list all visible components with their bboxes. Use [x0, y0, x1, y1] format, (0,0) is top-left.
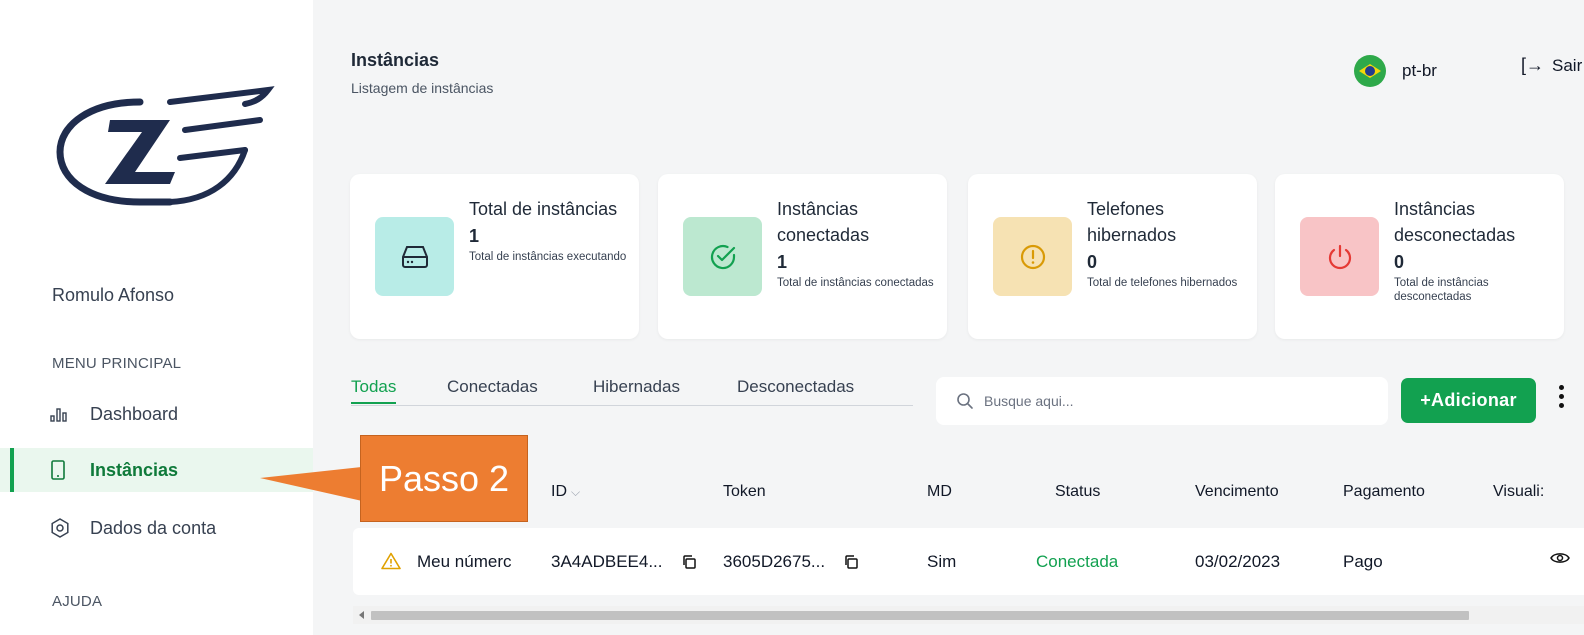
tab-conectadas[interactable]: Conectadas [447, 377, 538, 397]
tab-desconectadas[interactable]: Desconectadas [737, 377, 854, 397]
brazil-flag-icon [1354, 55, 1386, 87]
column-header-md: MD [927, 483, 952, 500]
instance-name: Meu númerc [417, 552, 512, 571]
server-icon [375, 217, 454, 296]
column-header-token: Token [723, 483, 766, 500]
card-description: Total de instâncias desconectadas [1394, 277, 1489, 303]
help-section-label: AJUDA [52, 593, 103, 610]
page-title: Instâncias [351, 50, 440, 70]
filter-tabs: Todas Conectadas Hibernadas Desconectada… [351, 375, 913, 406]
instance-id: 3A4ADBEE4... [551, 552, 697, 572]
language-label: pt-br [1402, 61, 1437, 80]
column-header-vencimento: Vencimento [1195, 483, 1279, 500]
step-callout: Passo 2 [360, 435, 528, 522]
card-value: 0 [1087, 252, 1098, 272]
sidebar-item-label: Dashboard [90, 403, 179, 424]
search-placeholder: Busque aqui... [984, 393, 1074, 409]
warning-icon [381, 552, 401, 570]
card-total-instancias: Total de instâncias 1 Total de instância… [350, 174, 639, 339]
logout-button[interactable]: [→ Sair [1521, 55, 1582, 76]
table-row[interactable]: Meu númerc 3A4ADBEE4... 3605D2675... Sim… [353, 528, 1584, 595]
menu-section-label: MENU PRINCIPAL [52, 355, 182, 372]
copy-token-icon[interactable] [843, 554, 859, 570]
card-instancias-desconectadas: Instâncias desconectadas 0 Total de inst… [1275, 174, 1564, 339]
copy-id-icon[interactable] [681, 554, 697, 570]
card-title: Total de instâncias [469, 199, 618, 219]
card-description: Total de instâncias executando [469, 251, 627, 263]
column-header-id[interactable]: ID ⌵ [551, 483, 580, 501]
sidebar-item-dashboard[interactable]: Dashboard [0, 392, 313, 436]
instance-status: Conectada [1036, 552, 1119, 571]
power-icon [1300, 217, 1379, 296]
search-icon [957, 393, 973, 409]
language-selector[interactable]: pt-br [1354, 55, 1437, 87]
bar-chart-icon [50, 406, 76, 422]
alert-circle-icon [993, 217, 1072, 296]
tab-todas[interactable]: Todas [351, 377, 397, 404]
scrollbar-thumb[interactable] [371, 611, 1469, 620]
check-circle-icon [683, 217, 762, 296]
card-title: Instâncias desconectadas [1394, 199, 1516, 245]
user-name: Romulo Afonso [52, 285, 175, 305]
sidebar-item-instancias[interactable]: Instâncias [0, 448, 313, 492]
logout-icon: [→ [1521, 55, 1545, 75]
card-value: 1 [469, 226, 480, 246]
card-title: Telefones hibernados [1087, 199, 1177, 245]
column-header-visualizar: Visuali: [1493, 483, 1545, 500]
sidebar: Romulo Afonso MENU PRINCIPAL Dashboard I… [0, 0, 313, 635]
column-header-pagamento: Pagamento [1343, 483, 1425, 500]
main-content: Instâncias Listagem de instâncias pt-br … [313, 0, 1584, 635]
more-options-icon[interactable] [1559, 385, 1565, 412]
sort-chevron-icon: ⌵ [571, 485, 581, 499]
horizontal-scrollbar[interactable] [353, 606, 1584, 624]
sidebar-item-dados-da-conta[interactable]: Dados da conta [0, 506, 313, 550]
card-value: 1 [777, 252, 788, 272]
card-description: Total de instâncias conectadas [777, 277, 934, 289]
eye-icon[interactable] [1550, 550, 1570, 566]
card-value: 0 [1394, 252, 1405, 272]
logout-label: Sair [1552, 55, 1583, 75]
tab-hibernadas[interactable]: Hibernadas [593, 377, 680, 397]
sidebar-item-label: Instâncias [90, 459, 179, 480]
instance-due-date: 03/02/2023 [1195, 552, 1281, 571]
gear-icon [50, 518, 76, 538]
instance-md: Sim [927, 552, 957, 571]
page-subtitle: Listagem de instâncias [351, 80, 494, 96]
card-instancias-conectadas: Instâncias conectadas 1 Total de instânc… [658, 174, 947, 339]
phone-icon [50, 460, 76, 480]
add-instance-button[interactable]: +Adicionar [1401, 378, 1536, 423]
instance-token: 3605D2675... [723, 552, 859, 572]
card-description: Total de telefones hibernados [1087, 277, 1238, 289]
search-input[interactable]: Busque aqui... [936, 377, 1388, 425]
zapi-logo[interactable] [50, 80, 280, 210]
column-header-status: Status [1055, 483, 1101, 500]
card-title: Instâncias conectadas [777, 199, 870, 245]
scroll-left-arrow-icon[interactable] [359, 611, 364, 619]
instance-payment: Pago [1343, 552, 1383, 571]
sidebar-item-label: Dados da conta [90, 517, 217, 538]
card-telefones-hibernados: Telefones hibernados 0 Total de telefone… [968, 174, 1257, 339]
